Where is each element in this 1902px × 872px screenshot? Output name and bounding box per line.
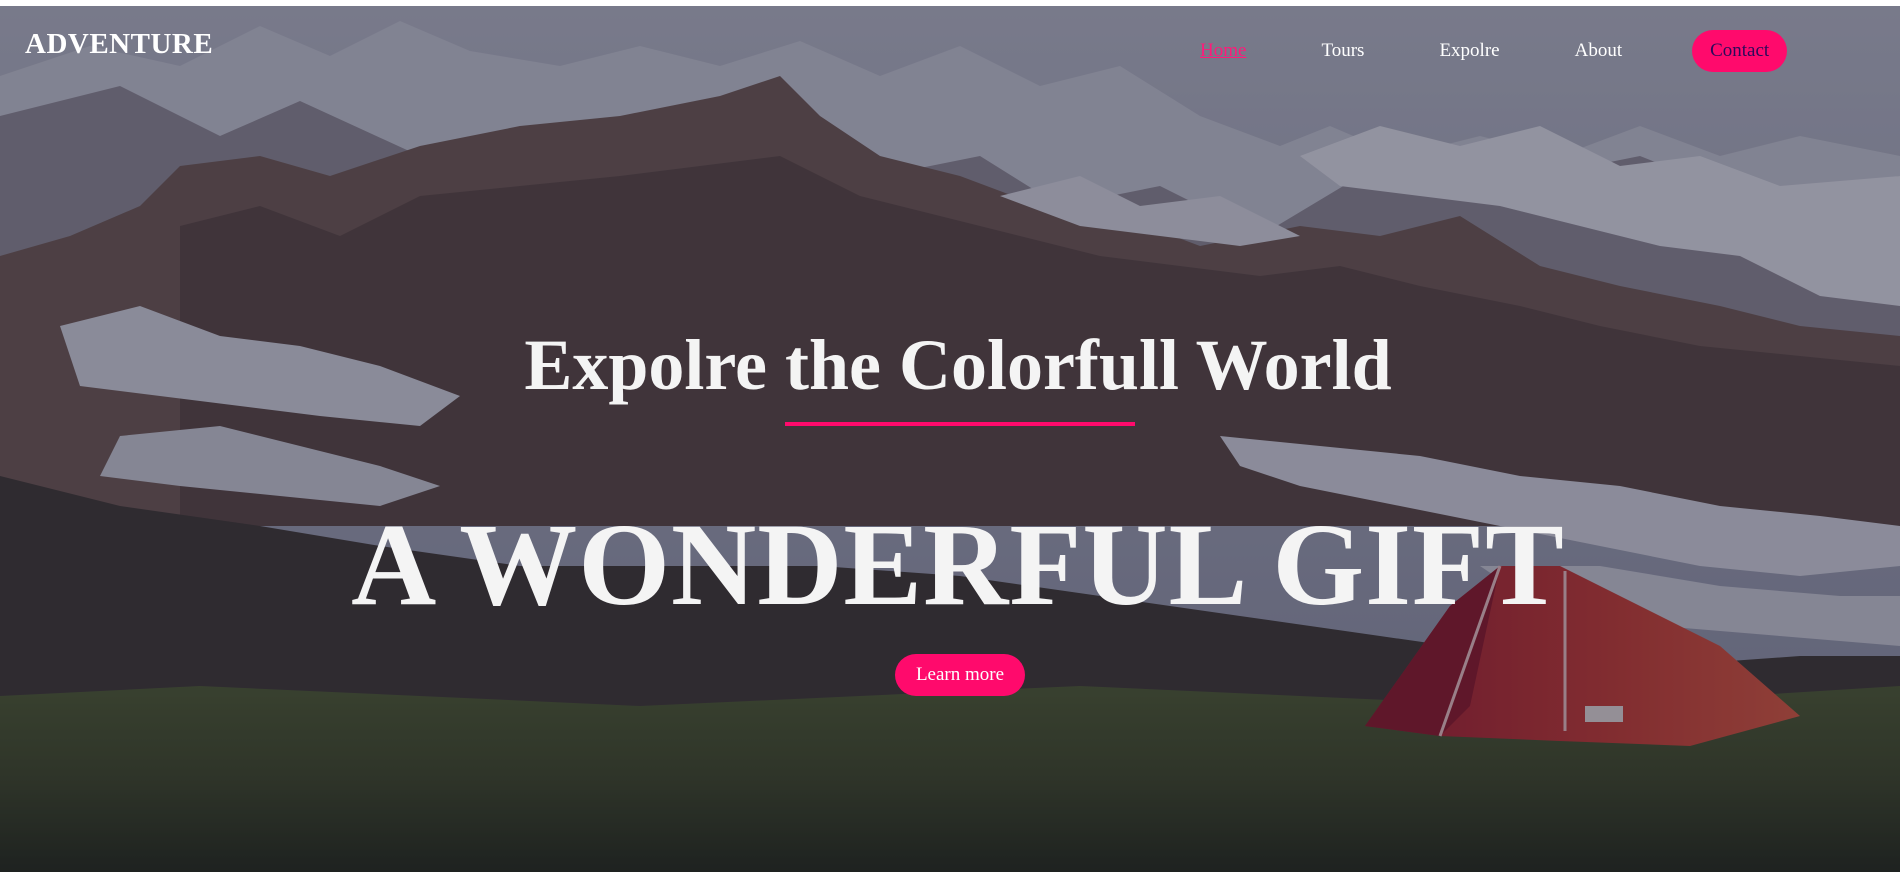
hero-headline: Expolre the Colorfull World xyxy=(524,325,1392,405)
headline-underline xyxy=(785,422,1135,426)
hero-title: A WONDERFUL GIFT xyxy=(351,499,1565,630)
main-navigation: Home Tours Expolre About Contact xyxy=(1200,30,1788,72)
nav-explore-link[interactable]: Expolre xyxy=(1439,30,1499,72)
nav-about-link[interactable]: About xyxy=(1575,30,1623,72)
contact-button[interactable]: Contact xyxy=(1692,30,1788,72)
site-logo[interactable]: ADVENTURE xyxy=(25,28,213,61)
nav-tours-link[interactable]: Tours xyxy=(1321,30,1364,72)
hero-section: ADVENTURE Home Tours Expolre About Conta… xyxy=(0,6,1900,872)
nav-home-link[interactable]: Home xyxy=(1200,30,1246,72)
learn-more-button[interactable]: Learn more xyxy=(895,654,1025,696)
hero-dark-overlay xyxy=(0,6,1900,872)
